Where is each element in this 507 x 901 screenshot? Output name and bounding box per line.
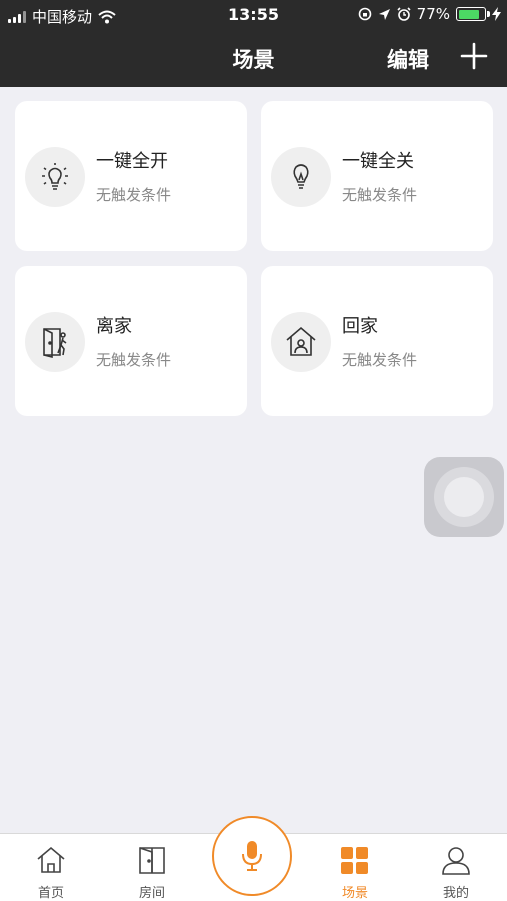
assistive-touch-button[interactable] [424, 457, 504, 537]
battery-percent: 77% [416, 5, 450, 23]
tab-rooms[interactable]: 房间 [112, 834, 192, 901]
door-icon [139, 847, 165, 874]
add-icon[interactable] [460, 42, 488, 70]
tab-label: 我的 [442, 886, 469, 901]
home-icon [37, 846, 65, 873]
scene-card-leave-home[interactable]: 离家 无触发条件 [15, 266, 247, 416]
top-bar: 中国移动 13:55 77% 场景 编辑 [0, 0, 507, 87]
tab-home[interactable]: 首页 [11, 834, 91, 901]
leave-home-icon [25, 312, 85, 372]
alarm-icon [397, 7, 411, 21]
grid-icon [341, 847, 368, 874]
status-bar: 中国移动 13:55 77% [0, 0, 507, 30]
user-icon [442, 847, 470, 875]
battery-icon [456, 7, 490, 21]
scene-condition: 无触发条件 [96, 186, 172, 204]
lock-rotation-icon [358, 7, 371, 21]
page-title: 场景 [232, 48, 275, 72]
tab-scenes[interactable]: 场景 [315, 834, 395, 901]
scene-name: 离家 [96, 316, 132, 337]
scene-card-all-on[interactable]: 一键全开 无触发条件 [15, 101, 247, 251]
tab-label: 首页 [37, 886, 64, 901]
scene-name: 回家 [342, 316, 378, 337]
lightbulb-on-icon [25, 147, 85, 207]
scene-card-all-off[interactable]: 一键全关 无触发条件 [261, 101, 493, 251]
scene-card-return-home[interactable]: 回家 无触发条件 [261, 266, 493, 416]
tab-mine[interactable]: 我的 [416, 834, 496, 901]
voice-button[interactable] [212, 816, 292, 896]
location-icon [378, 8, 390, 20]
scene-name: 一键全关 [342, 151, 414, 172]
scene-condition: 无触发条件 [96, 351, 172, 369]
scene-condition: 无触发条件 [342, 351, 418, 369]
lightbulb-off-icon [271, 147, 331, 207]
tab-label: 房间 [138, 886, 165, 901]
microphone-icon [242, 841, 262, 871]
tab-label: 场景 [341, 886, 368, 901]
scene-name: 一键全开 [96, 151, 168, 172]
scene-condition: 无触发条件 [342, 186, 418, 204]
return-home-icon [271, 312, 331, 372]
edit-button[interactable]: 编辑 [387, 44, 429, 74]
charging-icon [492, 7, 501, 21]
